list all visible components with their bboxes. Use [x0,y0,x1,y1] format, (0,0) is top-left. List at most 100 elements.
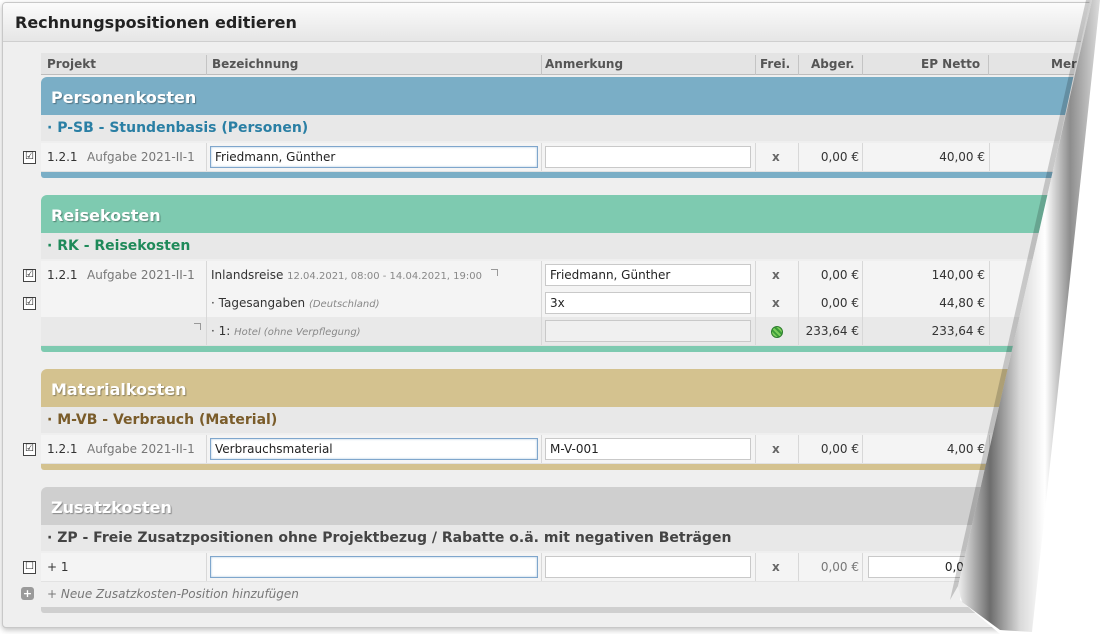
add-zusatzkosten-link[interactable]: + Neue Zusatzkosten-Position hinzufügen [47,587,299,601]
abger-value: 0,00 € [820,150,859,164]
dialog-title: Rechnungspositionen editieren [15,13,297,32]
row-checkbox[interactable]: ☑ [23,151,36,164]
subgroup-title: · RK - Reisekosten [47,238,191,254]
bezeichnung-input[interactable] [210,556,538,578]
cell-divider [862,553,863,581]
cell-divider [541,317,542,345]
column-header-anmerkung[interactable]: Anmerkung [545,55,623,73]
cell-divider [798,435,799,463]
subgroup-header: · RK - Reisekosten [41,233,1100,259]
cell-divider [755,435,756,463]
group-header-personenkosten: Personenkosten [41,77,1100,115]
bezeichnung-text: Inlandsreise 12.04.2021, 08:00 - 14.04.2… [211,268,482,282]
ep-netto-value: 140,00 € [931,268,985,282]
anmerkung-input[interactable] [545,146,751,168]
bezeichnung-input[interactable]: Friedmann, Günther [210,146,538,168]
header-divider [206,55,207,75]
cell-divider [798,553,799,581]
anmerkung-input[interactable]: 3x [545,292,751,314]
header-divider [755,55,756,75]
add-icon[interactable]: + [21,587,34,600]
frei-toggle[interactable]: x [772,261,780,289]
subgroup-title: · M-VB - Verbrauch (Material) [47,412,278,428]
column-header-projekt[interactable]: Projekt [47,55,96,73]
resize-corner-icon [491,269,498,276]
project-name: Aufgabe 2021-II-1 [87,268,195,282]
group-header-reisekosten: Reisekosten [41,195,1100,233]
cell-divider [541,289,542,317]
travel-dates: 12.04.2021, 08:00 - 14.04.2021, 19:00 [287,271,482,282]
cell-divider [755,143,756,171]
row-checkbox[interactable]: ☑ [23,297,36,310]
cell-divider [206,435,207,463]
cell-divider [798,143,799,171]
project-number: 1.2.1 [47,150,78,164]
cell-divider [862,435,863,463]
header-divider [988,55,989,75]
header-divider [541,55,542,75]
project-name: Aufgabe 2021-II-1 [87,442,195,456]
abger-value: 233,64 € [805,324,859,338]
bezeichnung-text: · Tagesangaben (Deutschland) [211,296,380,310]
cell-divider [206,289,207,317]
anmerkung-input[interactable] [545,556,751,578]
edit-invoice-items-dialog: Rechnungspositionen editieren Projekt Be… [2,2,1100,628]
column-header-row: Projekt Bezeichnung Anmerkung Frei. Abge… [41,53,1100,75]
ep-netto-value: 4,00 € [946,442,985,456]
table-row: 1.2.1 Aufgabe 2021-II-1 Inlandsreise 12.… [41,261,1100,290]
anmerkung-input[interactable]: Friedmann, Günther [545,264,751,286]
row-checkbox[interactable]: ☐ [23,561,36,574]
cell-divider [755,261,756,289]
group-title: Reisekosten [51,206,161,225]
group-footer-strip [41,464,1100,470]
row-checkbox[interactable]: ☑ [23,269,36,282]
cell-divider [862,261,863,289]
subgroup-title: · ZP - Freie Zusatzpositionen ohne Proje… [47,530,732,546]
group-title: Personenkosten [51,88,197,107]
cell-divider [541,553,542,581]
bezeichnung-input[interactable]: Verbrauchsmaterial [210,438,538,460]
column-header-ep-netto[interactable]: EP Netto [921,55,980,73]
cell-divider [206,317,207,345]
cell-divider [206,261,207,289]
subgroup-header: · ZP - Freie Zusatzpositionen ohne Proje… [41,525,1100,551]
cell-divider [989,289,990,317]
column-header-abger[interactable]: Abger. [811,55,854,73]
cell-divider [755,317,756,345]
group-header-materialkosten: Materialkosten [41,369,1100,407]
anmerkung-input[interactable]: M-V-001 [545,438,751,460]
group-footer-strip [41,346,1100,352]
bezeichnung-text: · 1: Hotel (ohne Verpflegung) [211,324,361,338]
group-title: Materialkosten [51,380,187,399]
cell-divider [862,143,863,171]
cell-divider [989,317,990,345]
frei-toggle[interactable]: x [772,289,780,317]
cell-divider [541,435,542,463]
cell-divider [206,143,207,171]
cell-divider [989,143,990,171]
subgroup-title: · P-SB - Stundenbasis (Personen) [47,120,309,136]
group-title: Zusatzkosten [51,498,172,517]
subgroup-header: · P-SB - Stundenbasis (Personen) [41,115,1100,141]
cell-divider [755,289,756,317]
column-header-bezeichnung[interactable]: Bezeichnung [212,55,298,73]
frei-toggle[interactable]: x [772,553,780,581]
frei-toggle[interactable]: x [772,435,780,463]
add-position-counter: + 1 [47,560,69,574]
ep-netto-value: 44,80 € [939,296,985,310]
ep-netto-value: 233,64 € [931,324,985,338]
cell-divider [798,289,799,317]
project-name: Aufgabe 2021-II-1 [87,150,195,164]
anmerkung-input[interactable] [545,320,751,342]
ep-netto-value: 40,00 € [939,150,985,164]
cell-divider [989,261,990,289]
abger-value: 0,00 € [820,560,859,574]
frei-toggle[interactable]: x [772,143,780,171]
group-header-zusatzkosten: Zusatzkosten [41,487,1100,525]
column-header-frei[interactable]: Frei. [760,55,790,73]
subgroup-header: · M-VB - Verbrauch (Material) [41,407,1100,433]
table-row: 1.2.1 Aufgabe 2021-II-1 Friedmann, Günth… [41,143,1100,172]
abger-value: 0,00 € [820,296,859,310]
row-checkbox[interactable]: ☑ [23,443,36,456]
resize-corner-icon [194,323,201,330]
